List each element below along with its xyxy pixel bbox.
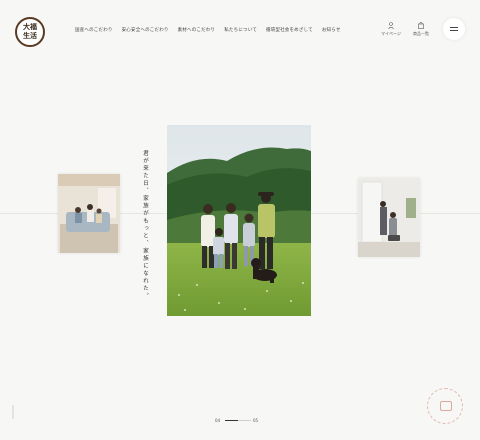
mypage-link[interactable]: マイページ — [378, 22, 404, 37]
products-label: 商品一覧 — [413, 31, 429, 36]
interior-family-photo — [358, 178, 420, 257]
global-nav: 国産へのこだわり 安心安全へのこだわり 素材へのこだわり 私たちについて 循環型… — [75, 27, 350, 33]
nav-item-domestic[interactable]: 国産へのこだわり — [75, 27, 113, 33]
brand-logo[interactable]: 大福 生活 — [15, 17, 45, 47]
nav-item-news[interactable]: お知らせ — [322, 27, 341, 33]
site-header: 大福 生活 国産へのこだわり 安心安全へのこだわり 素材へのこだわり 私たちにつ… — [0, 0, 480, 62]
person-icon — [388, 22, 394, 29]
guide-line-left — [0, 213, 58, 214]
stamp-icon — [440, 401, 452, 411]
guide-line-right — [420, 213, 480, 214]
mypage-label: マイページ — [381, 31, 401, 36]
hamburger-icon — [450, 27, 458, 28]
scroll-line-icon — [12, 405, 14, 419]
menu-button[interactable] — [443, 18, 465, 40]
pager-track[interactable] — [225, 420, 251, 421]
pager-current: 04 — [215, 418, 221, 423]
bag-icon — [418, 22, 424, 29]
nav-item-safety[interactable]: 安心安全へのこだわり — [122, 27, 169, 33]
family-with-dog-photo — [167, 125, 311, 316]
pager-total: 05 — [253, 418, 259, 423]
hamburger-icon-line — [450, 30, 458, 31]
nav-item-about[interactable]: 私たちについて — [224, 27, 257, 33]
scroll-indicator — [11, 405, 15, 419]
nav-item-circular[interactable]: 循環型社会をめざして — [266, 27, 313, 33]
stamp-badge[interactable] — [427, 388, 463, 424]
slide-previous-photo[interactable] — [58, 174, 120, 253]
hero-main-photo[interactable] — [167, 125, 311, 316]
pager-progress — [225, 420, 238, 421]
slide-next-photo[interactable] — [358, 178, 420, 257]
nav-item-materials[interactable]: 素材へのこだわり — [178, 27, 216, 33]
hero-vertical-copy: 君が来た日、家族がもっと、家族になれた。 — [142, 150, 148, 300]
brand-logo-text: 大福 生活 — [23, 22, 37, 40]
family-room-photo — [58, 174, 120, 253]
products-link[interactable]: 商品一覧 — [408, 22, 434, 37]
guide-line-mid-right — [311, 213, 358, 214]
